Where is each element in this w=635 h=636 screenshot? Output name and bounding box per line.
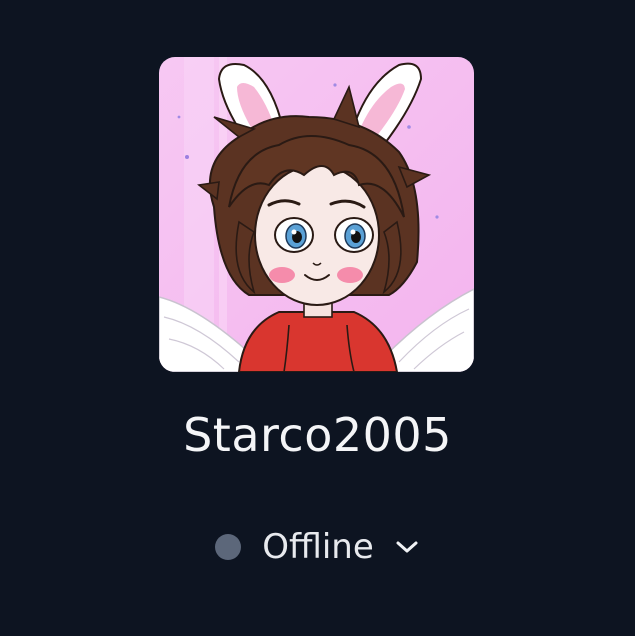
avatar-illustration: [159, 57, 474, 372]
status-selector[interactable]: Offline: [0, 522, 635, 572]
username: Starco2005: [183, 408, 452, 462]
status-indicator-dot: [215, 534, 242, 560]
profile-card: Starco2005 Offline: [0, 0, 635, 636]
status-label: Offline: [262, 527, 374, 567]
avatar[interactable]: [159, 57, 474, 372]
chevron-down-glyph: [396, 541, 418, 553]
chevron-down-icon[interactable]: [394, 534, 420, 560]
